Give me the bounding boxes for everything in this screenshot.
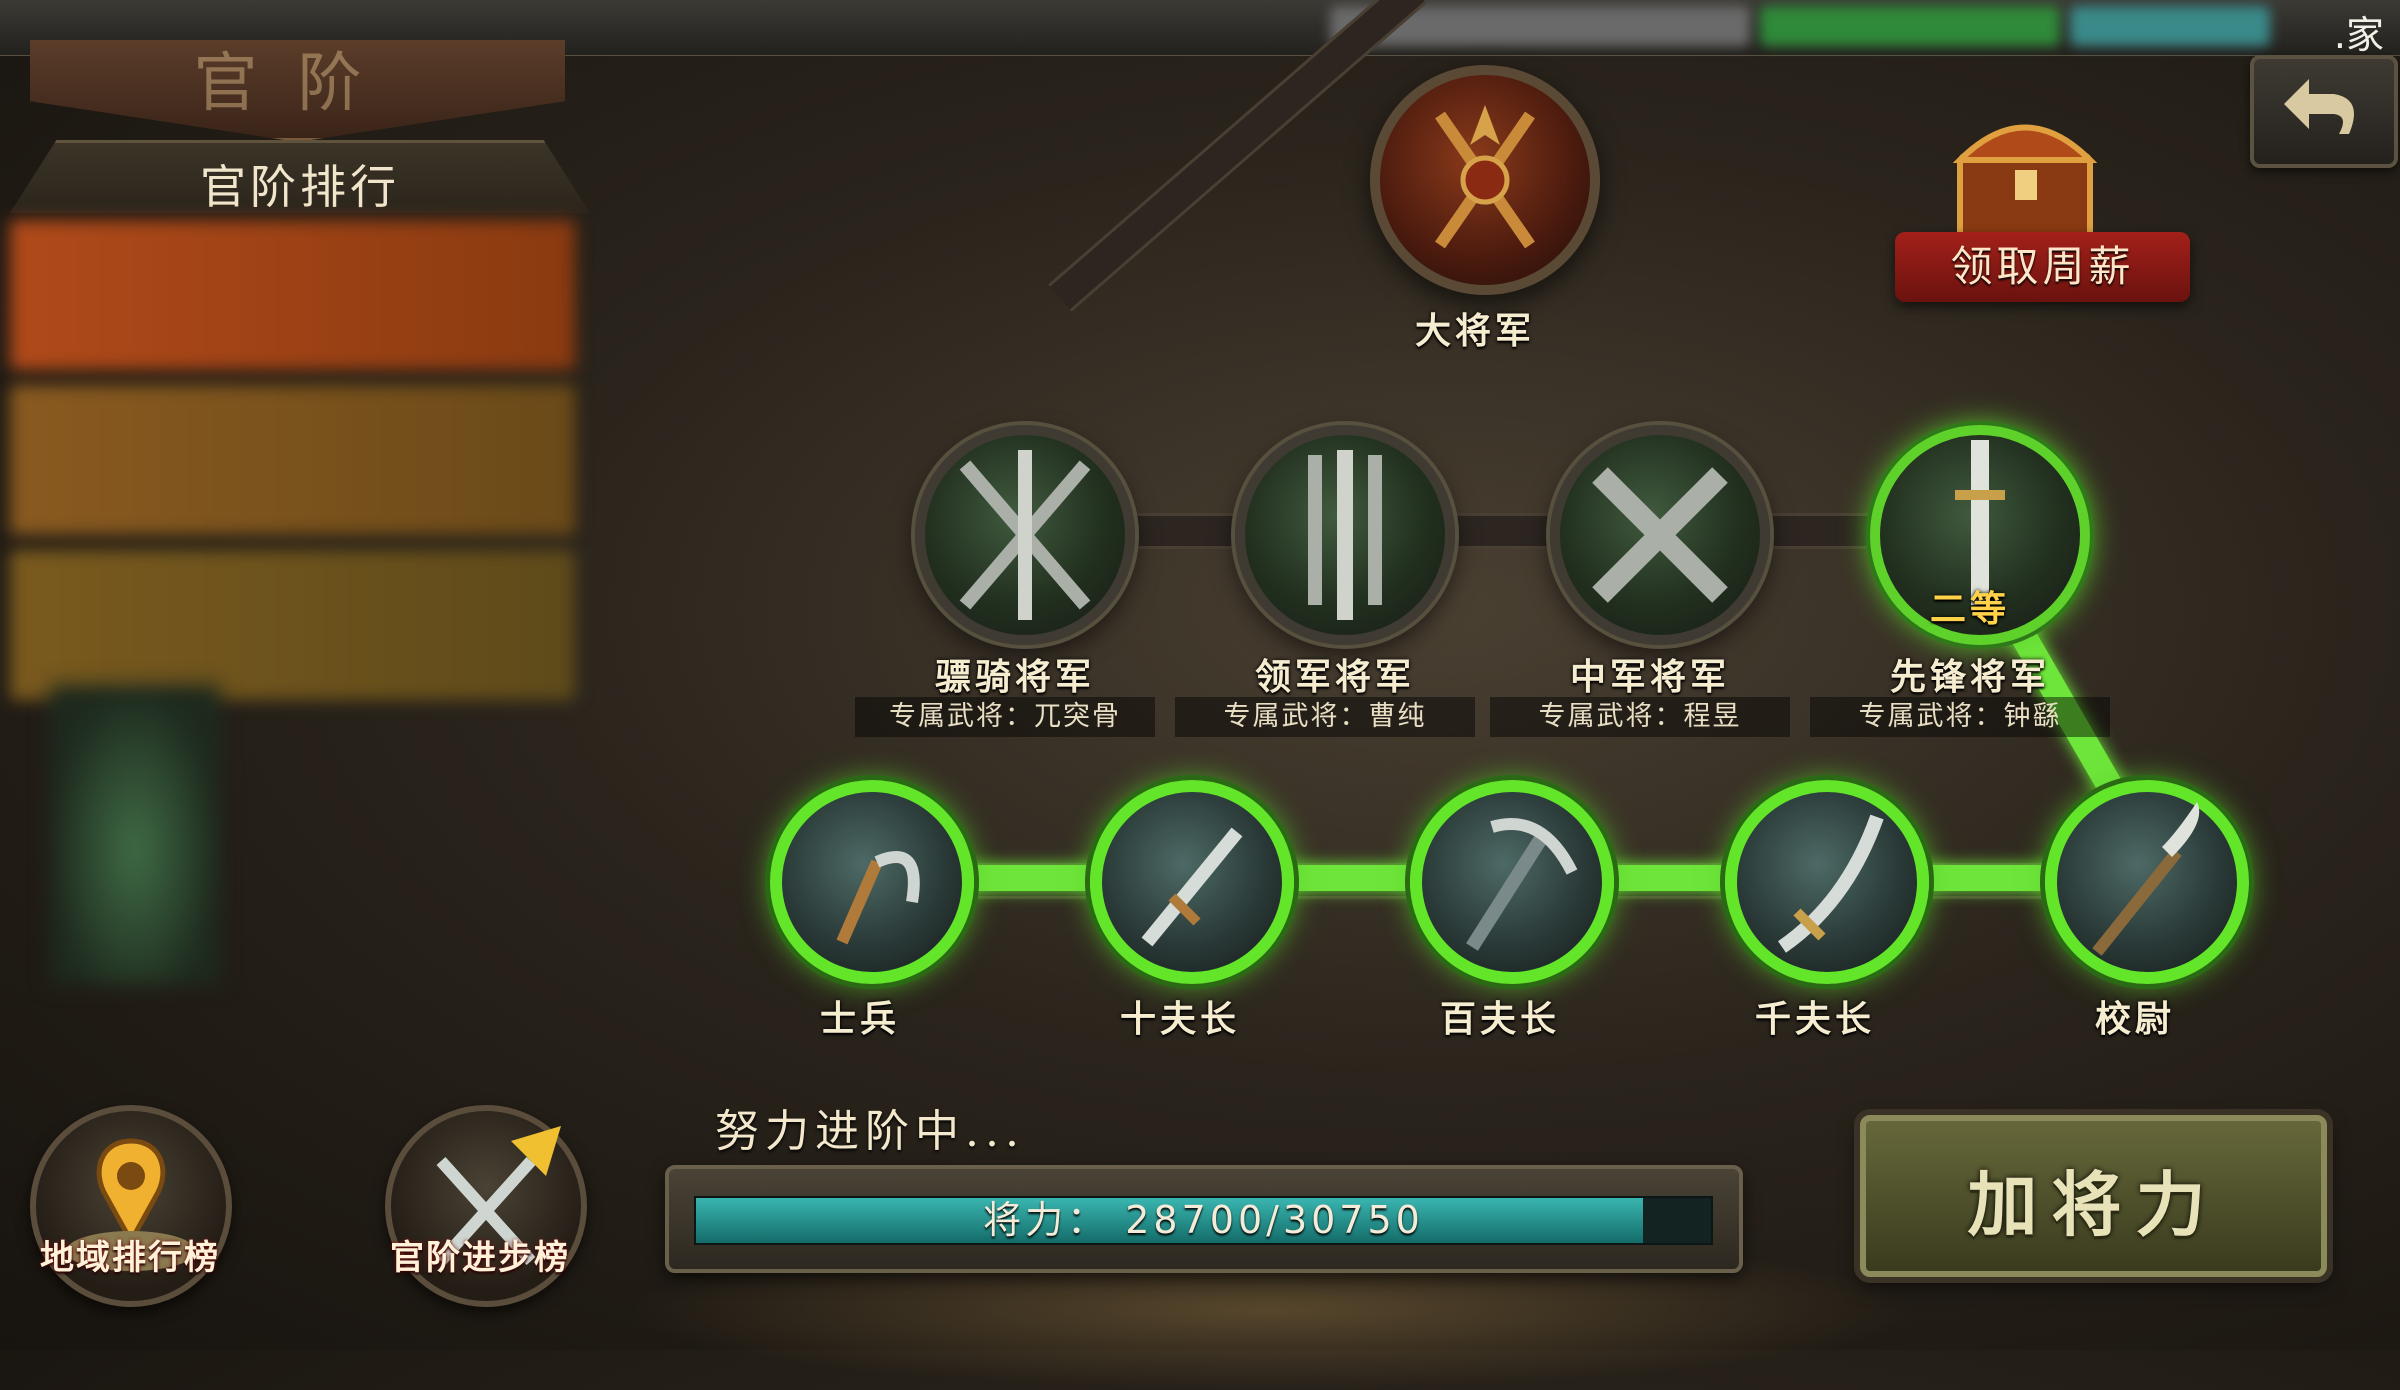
rank-node-thousand-leader[interactable] <box>1725 780 1929 984</box>
triple-swords-icon <box>1308 450 1382 620</box>
progress-label: 将力： 28700/30750 <box>983 1198 1424 1242</box>
add-power-label: 加将力 <box>1967 1163 2220 1246</box>
topbar-text: .家 <box>2333 13 2384 57</box>
back-button[interactable] <box>2250 55 2398 168</box>
rank-node-ten-leader[interactable] <box>1090 780 1294 984</box>
exclusive-general: 专属武将：曹纯 <box>1175 697 1475 737</box>
blurred-info <box>1760 6 2060 46</box>
rank-node-soldier[interactable] <box>770 780 974 984</box>
glaive-icon <box>2092 802 2200 956</box>
ranking-row[interactable] <box>10 220 575 370</box>
undo-arrow-icon <box>2284 79 2354 134</box>
path-line <box>1010 513 1970 549</box>
general-power-progress: 将力： 28700/30750 <box>665 1165 1743 1273</box>
crossed-axes-icon <box>1435 105 1535 249</box>
page-title: 官阶 <box>193 47 402 121</box>
rank-label: 百夫长 <box>1439 998 1560 1040</box>
sickle-icon <box>836 851 920 945</box>
add-power-button[interactable]: 加将力 <box>1860 1115 2327 1277</box>
rank-node-hundred-leader[interactable] <box>1410 780 1614 984</box>
blurred-info <box>2070 6 2270 46</box>
ranking-row[interactable] <box>10 550 575 700</box>
ranking-row[interactable] <box>10 385 575 535</box>
status-text: 努力进阶中... <box>715 1106 1025 1157</box>
general-node-central[interactable] <box>1550 425 1770 645</box>
general-label: 先锋将军 <box>1889 656 2050 698</box>
exclusive-general: 专属武将：钟繇 <box>1810 697 2110 737</box>
claim-weekly-salary-button[interactable]: 领取周薪 <box>1895 232 2190 302</box>
general-label: 中军将军 <box>1569 656 1730 698</box>
rank-label: 十夫长 <box>1119 998 1240 1040</box>
grand-general-node[interactable] <box>1370 65 1600 295</box>
grand-general-label: 大将军 <box>1414 310 1535 352</box>
region-ranking-label: 地域排行榜 <box>40 1238 220 1278</box>
player-avatar <box>50 685 220 985</box>
rank-node-captain[interactable] <box>2045 780 2249 984</box>
rank-progress-label: 官阶进步榜 <box>390 1238 570 1278</box>
rank-label: 校尉 <box>2094 998 2175 1040</box>
general-label: 骠骑将军 <box>934 656 1095 698</box>
exclusive-general: 专属武将：程昱 <box>1490 697 1790 737</box>
pickaxe-icon <box>1466 818 1578 951</box>
ranking-header[interactable]: 官阶排行 <box>10 140 590 213</box>
crossed-blades-icon <box>1592 467 1728 603</box>
general-node-commander[interactable] <box>1235 425 1455 645</box>
rank-label: 千夫长 <box>1754 998 1875 1040</box>
rank-badge: 二等 <box>1929 588 2010 630</box>
general-label: 领军将军 <box>1254 656 1415 698</box>
dagger-icon <box>1141 827 1243 947</box>
crossed-swords-icon <box>959 450 1091 620</box>
general-node-cavalry[interactable] <box>915 425 1135 645</box>
progress-track: 将力： 28700/30750 <box>694 1196 1713 1245</box>
rank-label: 士兵 <box>819 998 900 1040</box>
exclusive-general: 专属武将：兀突骨 <box>855 697 1155 737</box>
page-title-plaque: 官阶 <box>30 40 565 142</box>
ranking-title: 官阶排行 <box>200 160 400 214</box>
curved-sword-icon <box>1777 814 1884 953</box>
